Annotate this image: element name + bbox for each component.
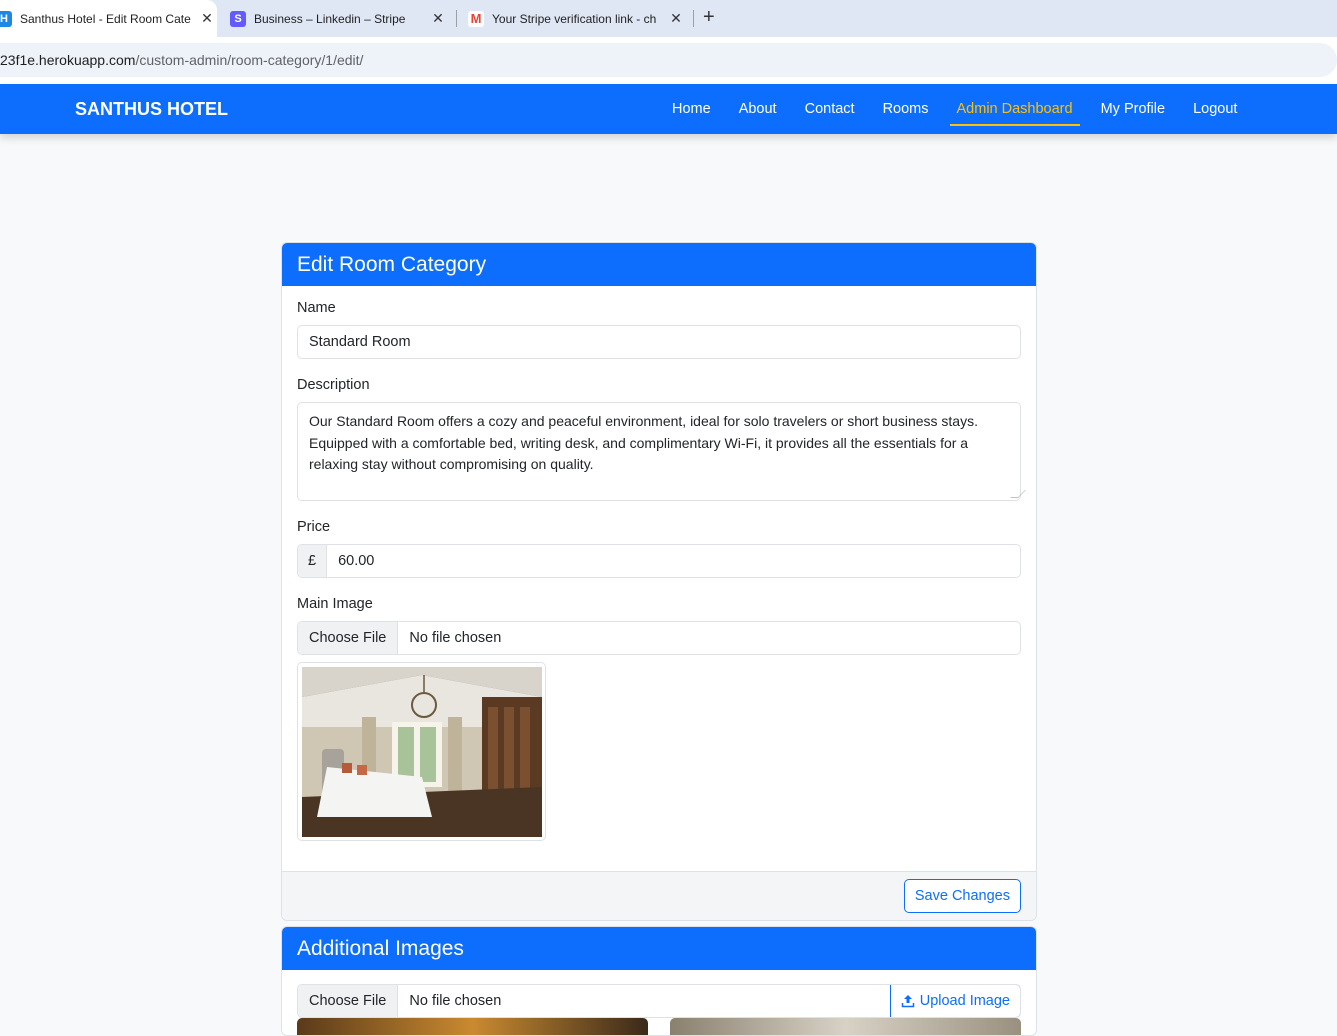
nav-link-logout[interactable]: Logout <box>1179 84 1251 134</box>
url-field[interactable]: 23f1e.herokuapp.com/custom-admin/room-ca… <box>0 43 1337 77</box>
card-footer: Save Changes <box>282 871 1036 920</box>
tab-separator <box>456 10 457 27</box>
brand-logo[interactable]: SANTHUS HOTEL <box>75 99 228 120</box>
hotel-favicon-icon: H <box>0 10 12 27</box>
choose-file-button[interactable]: Choose File <box>298 622 399 654</box>
file-status: No file chosen <box>409 993 502 1009</box>
resize-handle-icon[interactable] <box>1010 490 1026 498</box>
card-title: Additional Images <box>282 927 1036 970</box>
nav-link-rooms[interactable]: Rooms <box>869 84 943 134</box>
upload-image-button[interactable]: Upload Image <box>889 985 1020 1017</box>
description-textarea[interactable]: Our Standard Room offers a cozy and peac… <box>297 402 1026 501</box>
additional-image-thumbnail <box>297 1018 648 1035</box>
name-label: Name <box>297 300 336 316</box>
edit-room-category-card: Edit Room Category Name Standard Room De… <box>281 242 1037 921</box>
tab-title: Business – Linkedin – Stripe <box>254 11 406 26</box>
upload-icon <box>901 995 914 1008</box>
save-changes-button[interactable]: Save Changes <box>903 879 1021 913</box>
price-label: Price <box>297 519 331 535</box>
main-image-thumbnail <box>297 662 546 841</box>
tab-separator <box>693 10 694 27</box>
upload-button-label: Upload Image <box>919 993 1010 1009</box>
tab-title: Your Stripe verification link - ch <box>492 11 657 26</box>
new-tab-icon[interactable]: + <box>703 7 715 27</box>
price-input[interactable]: 60.00 <box>327 545 1020 577</box>
nav-link-admin-dashboard[interactable]: Admin Dashboard <box>943 84 1087 134</box>
card-title: Edit Room Category <box>282 243 1036 286</box>
close-tab-icon[interactable]: ✕ <box>428 10 448 27</box>
tab-title: Santhus Hotel - Edit Room Cate <box>20 11 191 26</box>
nav-link-about[interactable]: About <box>725 84 791 134</box>
main-image-file-input[interactable]: Choose File No file chosen <box>297 621 1021 655</box>
additional-images-grid <box>297 1018 1021 1035</box>
browser-tab-active[interactable]: H Santhus Hotel - Edit Room Cate ✕ <box>0 0 217 37</box>
additional-image-thumbnail <box>670 1018 1021 1035</box>
nav-link-home[interactable]: Home <box>658 84 725 134</box>
nav-links: Home About Contact Rooms Admin Dashboard… <box>658 84 1251 134</box>
choose-file-button[interactable]: Choose File <box>298 985 399 1017</box>
file-status: No file chosen <box>409 630 502 646</box>
name-input[interactable]: Standard Room <box>297 325 1021 359</box>
close-tab-icon[interactable]: ✕ <box>197 10 217 27</box>
currency-addon: £ <box>298 545 328 577</box>
main-image-label: Main Image <box>297 596 373 612</box>
browser-tab-bar: H Santhus Hotel - Edit Room Cate ✕ S Bus… <box>0 0 1337 37</box>
description-label: Description <box>297 377 370 393</box>
site-navbar: SANTHUS HOTEL Home About Contact Rooms A… <box>0 84 1337 134</box>
close-tab-icon[interactable]: ✕ <box>666 10 686 27</box>
url-path: /custom-admin/room-category/1/edit/ <box>135 52 364 68</box>
price-input-group: £ 60.00 <box>297 544 1021 578</box>
bedroom-photo <box>302 667 542 837</box>
description-text: Our Standard Room offers a cozy and peac… <box>309 413 978 472</box>
stripe-favicon-icon: S <box>230 10 246 27</box>
nav-link-contact[interactable]: Contact <box>791 84 869 134</box>
browser-tab-stripe[interactable]: S Business – Linkedin – Stripe ✕ <box>230 0 448 37</box>
gmail-favicon-icon: M <box>468 10 484 27</box>
browser-tab-gmail[interactable]: M Your Stripe verification link - ch ✕ <box>468 0 686 37</box>
additional-images-card: Additional Images Choose File No file ch… <box>281 926 1037 1036</box>
url-host: 23f1e.herokuapp.com <box>0 52 136 68</box>
additional-image-upload-group: Choose File No file chosen Upload Image <box>297 984 1021 1018</box>
browser-address-bar: 23f1e.herokuapp.com/custom-admin/room-ca… <box>0 37 1337 84</box>
nav-link-my-profile[interactable]: My Profile <box>1087 84 1179 134</box>
